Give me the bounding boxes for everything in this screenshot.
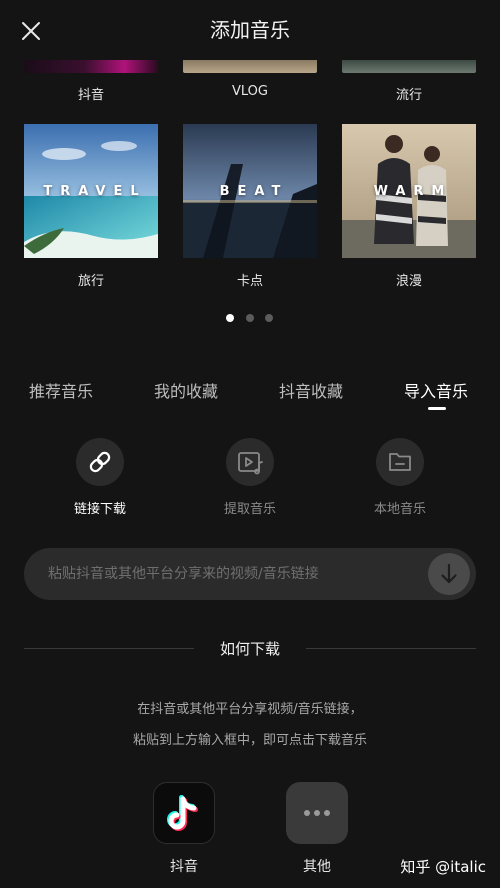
other-app-button[interactable]: 其他 [286, 782, 348, 875]
category-caption: VLOG [232, 84, 268, 99]
active-tab-indicator [428, 407, 446, 410]
howto-text-line: 在抖音或其他平台分享视频/音乐链接， [137, 702, 363, 717]
link-input[interactable] [48, 548, 438, 600]
app-label: 其他 [303, 859, 331, 875]
category-caption: 抖音 [77, 88, 104, 103]
link-download-button[interactable]: 链接下载 [50, 438, 150, 518]
page-dot[interactable] [226, 314, 234, 322]
douyin-logo-icon [167, 795, 198, 831]
card-title: TRAVEL [43, 184, 147, 199]
category-card-travel[interactable]: TRAVEL [24, 124, 158, 258]
page-dot[interactable] [246, 314, 254, 322]
link-input-box [24, 548, 476, 600]
watermark: 知乎 @italic [400, 858, 486, 876]
source-icon-circle [226, 438, 274, 486]
link-icon [89, 451, 111, 473]
card-caption: 卡点 [236, 274, 263, 289]
tab-recommended[interactable]: 推荐音乐 [29, 378, 93, 402]
douyin-app-button[interactable]: 抖音 [153, 782, 215, 875]
page-indicator [226, 314, 276, 324]
category-thumb-pop[interactable] [342, 60, 476, 73]
card-caption: 旅行 [77, 274, 104, 289]
app-tile [153, 782, 215, 844]
download-button[interactable] [428, 553, 470, 595]
card-title: BEAT [219, 184, 289, 199]
local-music-button[interactable]: 本地音乐 [350, 438, 450, 518]
category-card-beat[interactable]: BEAT [183, 124, 317, 258]
card-title: WARM [373, 184, 453, 199]
howto-title: 如何下载 [219, 640, 280, 658]
more-dots-icon [304, 810, 330, 816]
source-icon-circle [376, 438, 424, 486]
download-arrow-icon [441, 563, 457, 584]
source-label: 链接下载 [73, 502, 126, 517]
app-tile [286, 782, 348, 844]
folder-icon [389, 453, 411, 471]
video-music-icon [238, 452, 263, 475]
header: 添加音乐 [0, 0, 500, 60]
source-label: 提取音乐 [223, 502, 276, 517]
source-icon-circle [76, 438, 124, 486]
page-title: 添加音乐 [210, 18, 290, 42]
category-thumb-vlog[interactable] [183, 60, 317, 73]
music-tabs: 推荐音乐 我的收藏 抖音收藏 导入音乐 [0, 378, 500, 418]
tab-import-music[interactable]: 导入音乐 [404, 378, 468, 402]
tab-douyin-favorites[interactable]: 抖音收藏 [279, 378, 343, 402]
category-card-warm[interactable]: WARM [342, 124, 476, 258]
howto-text-line: 粘贴到上方输入框中，即可点击下载音乐 [132, 733, 367, 748]
category-caption: 流行 [395, 88, 422, 103]
card-caption: 浪漫 [395, 274, 422, 289]
scrolled-category-row: 抖音 VLOG 流行 [0, 60, 500, 104]
extract-music-button[interactable]: 提取音乐 [200, 438, 300, 518]
tab-favorites[interactable]: 我的收藏 [154, 378, 218, 402]
category-thumb-douyin[interactable] [24, 60, 158, 73]
app-label: 抖音 [170, 859, 198, 875]
page-dot[interactable] [265, 314, 273, 322]
source-label: 本地音乐 [373, 502, 426, 517]
